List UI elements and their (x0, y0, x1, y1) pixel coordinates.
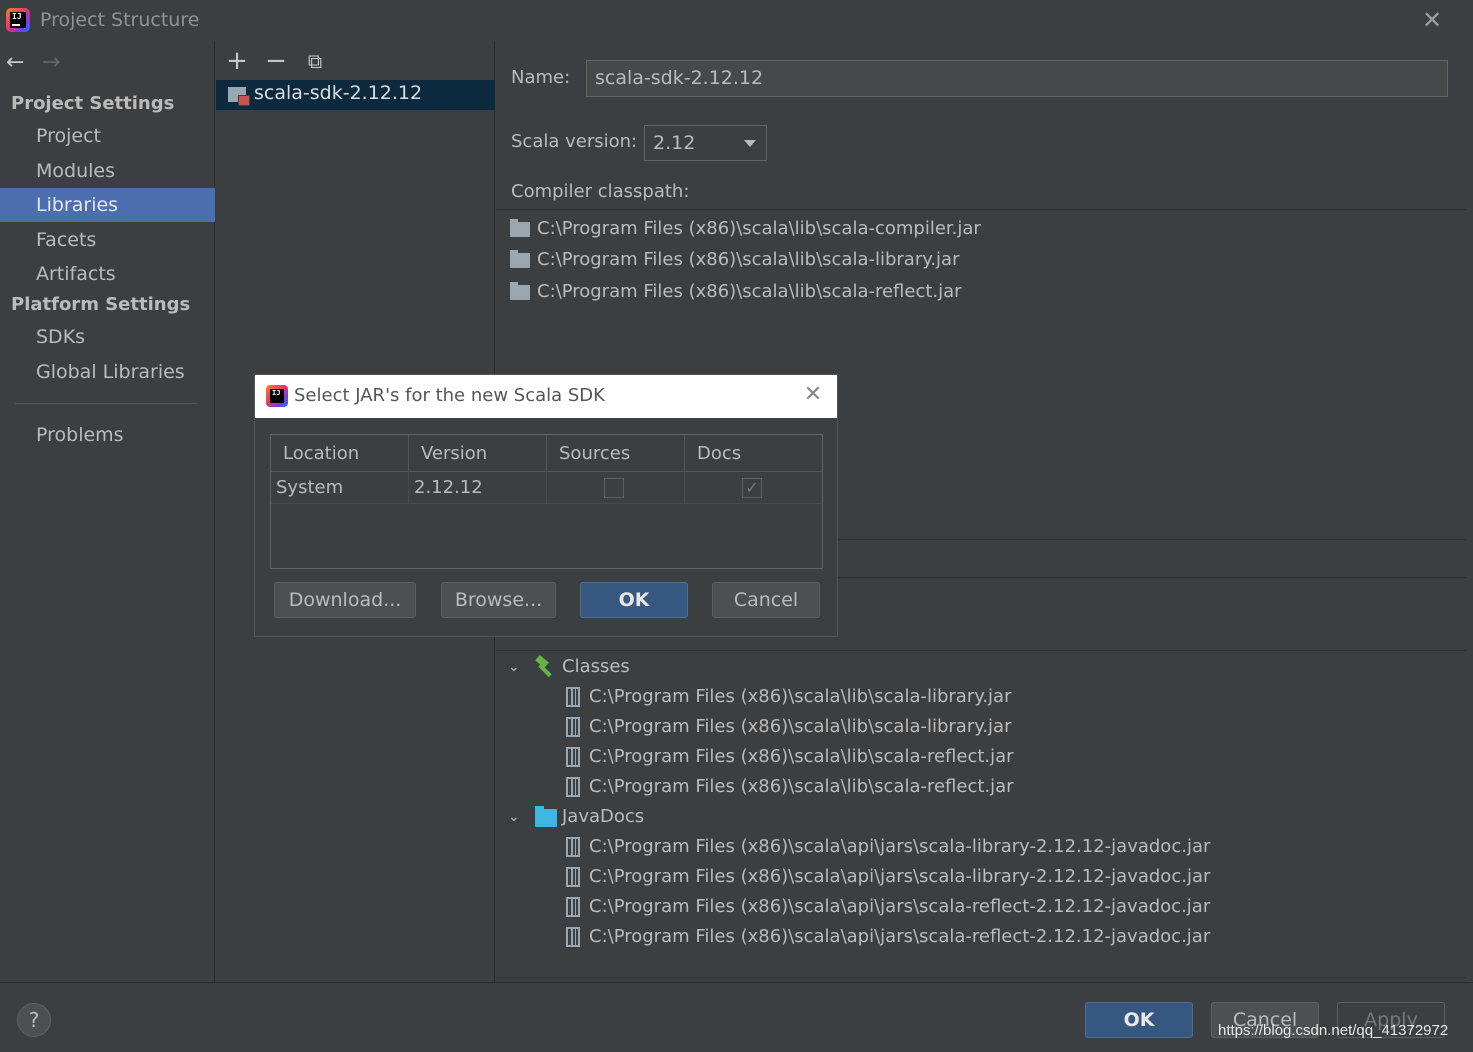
hammer-icon (534, 657, 554, 677)
column-header-location[interactable]: Location (271, 435, 409, 472)
nav-arrows: ← → (6, 50, 78, 75)
sidebar-item-facets[interactable]: Facets (0, 223, 215, 257)
dialog-footer: ? OK Cancel Apply (0, 982, 1473, 1052)
docs-checkbox[interactable]: ✓ (742, 478, 762, 498)
name-label: Name: (511, 67, 571, 88)
platform-settings-header: Platform Settings (11, 294, 191, 315)
intellij-logo-icon: IJ (6, 8, 30, 32)
sidebar-divider (15, 403, 197, 404)
classpath-item[interactable]: C:\Program Files (x86)\scala\lib\scala-r… (510, 278, 962, 306)
chevron-down-icon[interactable]: ⌄ (508, 660, 522, 674)
jar-icon (566, 927, 580, 947)
sidebar-item-artifacts[interactable]: Artifacts (0, 257, 215, 291)
help-button[interactable]: ? (17, 1003, 51, 1037)
browse-button[interactable]: Browse... (441, 582, 556, 618)
tree-leaf[interactable]: C:\Program Files (x86)\scala\api\jars\sc… (566, 892, 1456, 922)
column-header-version[interactable]: Version (409, 435, 547, 472)
sidebar-item-sdks[interactable]: SDKs (0, 320, 215, 354)
compiler-classpath-label: Compiler classpath: (511, 181, 690, 202)
settings-sidebar: ← → Project Settings Project Modules Libr… (0, 42, 215, 982)
table-cell-sources (547, 472, 685, 504)
scala-version-value: 2.12 (653, 132, 696, 154)
sdk-table: Location Version Sources Docs System 2.1… (270, 434, 823, 569)
close-icon[interactable]: ✕ (1418, 6, 1446, 34)
sidebar-item-global-libraries[interactable]: Global Libraries (0, 355, 215, 389)
jar-icon (566, 837, 580, 857)
library-item-label: scala-sdk-2.12.12 (254, 82, 423, 104)
jar-icon (566, 777, 580, 797)
sidebar-item-project[interactable]: Project (0, 119, 215, 153)
watermark: https://blog.csdn.net/qq_41372972 (1218, 1022, 1449, 1039)
forward-arrow-icon[interactable]: → (42, 50, 78, 75)
chevron-down-icon[interactable]: ⌄ (508, 810, 522, 824)
tree-leaf[interactable]: C:\Program Files (x86)\scala\api\jars\sc… (566, 862, 1456, 892)
dialog-title: Select JAR's for the new Scala SDK (294, 385, 605, 406)
folder-icon (510, 250, 530, 268)
scala-version-select[interactable]: 2.12 (644, 125, 767, 161)
folder-icon (510, 219, 530, 237)
remove-icon[interactable]: − (263, 48, 289, 74)
sidebar-item-libraries[interactable]: Libraries (0, 188, 215, 222)
tree-node-classes[interactable]: ⌄ Classes (508, 652, 1408, 682)
copy-icon[interactable]: ⧉ (302, 48, 328, 74)
jar-icon (566, 747, 580, 767)
tree-leaf[interactable]: C:\Program Files (x86)\scala\lib\scala-l… (566, 712, 1366, 742)
classpath-item[interactable]: C:\Program Files (x86)\scala\lib\scala-l… (510, 246, 959, 274)
library-item[interactable]: scala-sdk-2.12.12 (216, 80, 495, 110)
scala-library-icon (228, 87, 250, 106)
divider (496, 650, 1466, 651)
tree-leaf[interactable]: C:\Program Files (x86)\scala\api\jars\sc… (566, 832, 1456, 862)
back-arrow-icon[interactable]: ← (6, 50, 42, 75)
jar-icon (566, 867, 580, 887)
classpath-item[interactable]: C:\Program Files (x86)\scala\lib\scala-c… (510, 215, 981, 243)
dialog-titlebar: IJ Select JAR's for the new Scala SDK ✕ (255, 375, 837, 418)
tree-leaf[interactable]: C:\Program Files (x86)\scala\lib\scala-r… (566, 772, 1366, 802)
dialog-ok-button[interactable]: OK (580, 582, 688, 618)
select-jars-dialog: IJ Select JAR's for the new Scala SDK ✕ … (254, 374, 838, 637)
window-title: Project Structure (40, 9, 200, 31)
table-cell-location[interactable]: System (271, 472, 409, 504)
tree-leaf[interactable]: C:\Program Files (x86)\scala\lib\scala-r… (566, 742, 1366, 772)
javadocs-folder-icon (535, 806, 557, 827)
close-icon[interactable]: ✕ (801, 383, 825, 407)
chevron-down-icon (744, 140, 756, 147)
jar-icon (566, 687, 580, 707)
table-cell-version[interactable]: 2.12.12 (409, 472, 547, 504)
tree-node-javadocs[interactable]: ⌄ JavaDocs (508, 802, 1408, 832)
jar-icon (566, 897, 580, 917)
folder-icon (510, 282, 530, 300)
jar-icon (566, 717, 580, 737)
javadocs-label: JavaDocs (562, 806, 645, 827)
scala-version-label: Scala version: (511, 131, 638, 152)
tree-leaf[interactable]: C:\Program Files (x86)\scala\api\jars\sc… (566, 922, 1456, 952)
name-field[interactable]: scala-sdk-2.12.12 (586, 60, 1448, 97)
tree-leaf[interactable]: C:\Program Files (x86)\scala\lib\scala-l… (566, 682, 1366, 712)
column-header-docs[interactable]: Docs (685, 435, 822, 472)
download-button[interactable]: Download... (274, 582, 416, 618)
intellij-logo-icon: IJ (266, 385, 288, 407)
add-icon[interactable]: + (224, 48, 250, 74)
ok-button[interactable]: OK (1085, 1002, 1193, 1038)
table-cell-docs: ✓ (685, 472, 822, 504)
dialog-cancel-button[interactable]: Cancel (712, 582, 820, 618)
sources-checkbox[interactable] (604, 478, 624, 498)
classes-label: Classes (562, 656, 630, 677)
sidebar-item-problems[interactable]: Problems (0, 418, 215, 452)
column-header-sources[interactable]: Sources (547, 435, 685, 472)
divider (496, 977, 1466, 978)
sidebar-item-modules[interactable]: Modules (0, 154, 215, 188)
project-settings-header: Project Settings (11, 93, 175, 114)
window-titlebar: IJ Project Structure ✕ (0, 0, 1473, 42)
